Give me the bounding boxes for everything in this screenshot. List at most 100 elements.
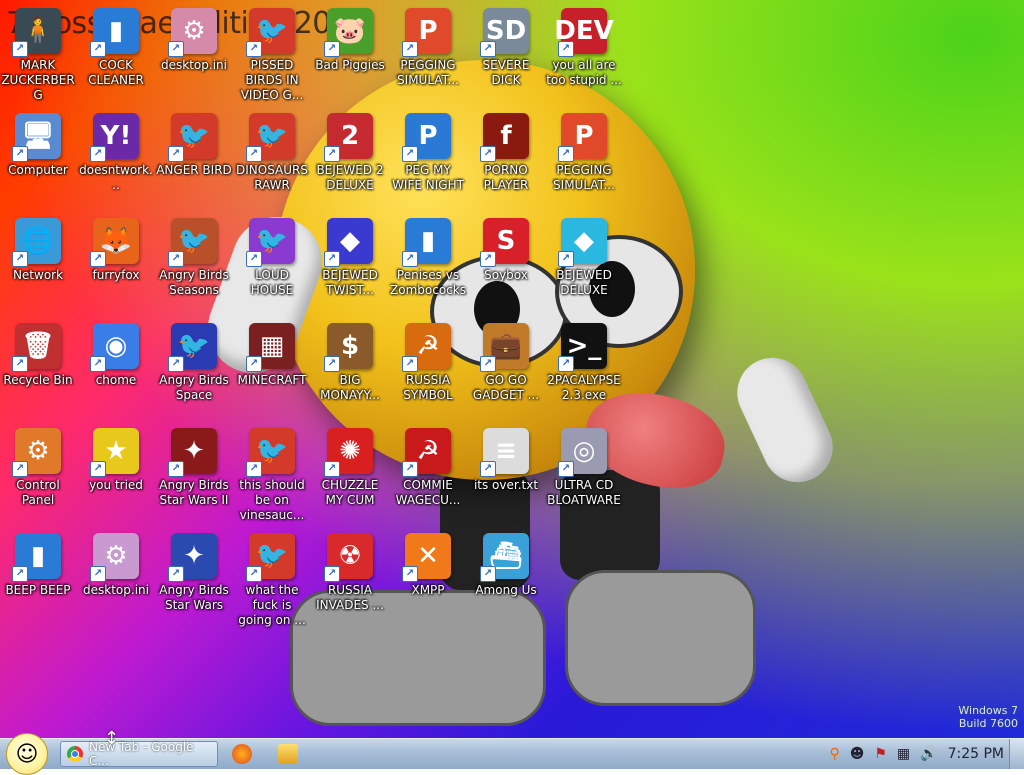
desktop-icon-label: desktop.ini bbox=[161, 58, 227, 72]
desktop-icon[interactable]: 2 ↗ BEJEWED 2 DELUXE bbox=[312, 113, 388, 193]
desktop-icon[interactable]: 🐦 ↗ Angry Birds Space bbox=[156, 323, 232, 403]
shortcut-arrow-icon: ↗ bbox=[324, 251, 340, 267]
shortcut-arrow-icon: ↗ bbox=[558, 146, 574, 162]
desktop-icon-label: doesntwork... bbox=[79, 163, 153, 192]
desktop-icon-label: PEGGING SIMULAT... bbox=[397, 58, 459, 87]
desktop-icon[interactable]: 🖥 ↗ Computer bbox=[0, 113, 76, 178]
desktop-icon[interactable]: f ↗ PORNO PLAYER bbox=[468, 113, 544, 193]
watermark-line2: Build 7600 bbox=[958, 717, 1018, 730]
shortcut-arrow-icon: ↗ bbox=[246, 356, 262, 372]
desktop-icon[interactable]: ◉ ↗ chome bbox=[78, 323, 154, 388]
desktop-icon-label: PISSED BIRDS IN VIDEO G... bbox=[240, 58, 304, 102]
desktop-icon[interactable]: DEV ↗ you all are too stupid ... bbox=[546, 8, 622, 88]
app-icon: ★ ↗ bbox=[90, 428, 139, 477]
desktop-icon[interactable]: ★ ↗ you tried bbox=[78, 428, 154, 493]
desktop-icon[interactable]: P ↗ PEGGING SIMULAT... bbox=[546, 113, 622, 193]
shortcut-arrow-icon: ↗ bbox=[168, 566, 184, 582]
desktop-icon[interactable]: S ↗ Soybox bbox=[468, 218, 544, 283]
desktop-icon[interactable]: ▮ ↗ BEEP BEEP bbox=[0, 533, 76, 598]
desktop-icon-label: Angry Birds Star Wars II bbox=[159, 478, 229, 507]
desktop-icon-label: Recycle Bin bbox=[3, 373, 73, 387]
app-icon: ⚙ ↗ bbox=[90, 533, 139, 582]
desktop-icon-label: RUSSIA INVADES ... bbox=[316, 583, 384, 612]
desktop-icon[interactable]: ☭ ↗ COMMIE WAGECU... bbox=[390, 428, 466, 508]
shortcut-arrow-icon: ↗ bbox=[402, 41, 418, 57]
flag-icon[interactable]: ⚑ bbox=[874, 746, 887, 762]
desktop-icon[interactable]: 🐦 ↗ what the fuck is going on ... bbox=[234, 533, 310, 628]
desktop-icon[interactable]: 🐦 ↗ this should be on vinesauc... bbox=[234, 428, 310, 523]
desktop-icon[interactable]: 🐷 ↗ Bad Piggies bbox=[312, 8, 388, 73]
desktop-icon[interactable]: ☢ ↗ RUSSIA INVADES ... bbox=[312, 533, 388, 613]
desktop-icon[interactable]: ⚙ ↗ Control Panel bbox=[0, 428, 76, 508]
shortcut-arrow-icon: ↗ bbox=[168, 146, 184, 162]
app-icon: ☭ ↗ bbox=[402, 428, 451, 477]
desktop-icon[interactable]: P ↗ PEG MY WIFE NIGHT bbox=[390, 113, 466, 193]
taskbar-window-chrome[interactable]: New Tab - Google C... bbox=[60, 740, 218, 768]
desktop-icon[interactable]: ✺ ↗ CHUZZLE MY CUM bbox=[312, 428, 388, 508]
desktop[interactable]: 7 BossKhae Edition 2012 🧍↗MARK ZUCKERBER… bbox=[0, 0, 1024, 738]
desktop-icon[interactable]: SD ↗ SEVERE DICK bbox=[468, 8, 544, 88]
desktop-icon[interactable]: 💼 ↗ GO GO GADGET ... bbox=[468, 323, 544, 403]
desktop-icon[interactable]: ◆ ↗ BEJEWED TWIST... bbox=[312, 218, 388, 298]
shortcut-arrow-icon: ↗ bbox=[168, 356, 184, 372]
desktop-icon-label: Among Us bbox=[475, 583, 537, 597]
volume-icon[interactable]: 🔊 bbox=[920, 746, 937, 762]
desktop-icon[interactable]: $ ↗ BIG MONAYY... bbox=[312, 323, 388, 403]
desktop-icon[interactable]: ⚙ ↗ desktop.ini bbox=[78, 533, 154, 598]
desktop-icon[interactable]: 🐦 ↗ Angry Birds Seasons bbox=[156, 218, 232, 298]
app-icon: 🌐 ↗ bbox=[12, 218, 61, 267]
desktop-icon[interactable]: ▮ ↗ Penises vs Zombococks bbox=[390, 218, 466, 298]
desktop-icon[interactable]: ✦ ↗ Angry Birds Star Wars II bbox=[156, 428, 232, 508]
start-button[interactable]: ☺ bbox=[6, 733, 48, 775]
desktop-icon[interactable]: 🧍 ↗ MARK ZUCKERBERG bbox=[0, 8, 76, 103]
desktop-icon[interactable]: P ↗ PEGGING SIMULAT... bbox=[390, 8, 466, 88]
shortcut-arrow-icon: ↗ bbox=[90, 461, 106, 477]
desktop-icon[interactable]: Y! ↗ doesntwork... bbox=[78, 113, 154, 193]
desktop-icon[interactable]: ⚙ ↗ desktop.ini bbox=[156, 8, 232, 73]
desktop-icon[interactable]: 🐦 ↗ PISSED BIRDS IN VIDEO G... bbox=[234, 8, 310, 103]
app-icon: ⚙ ↗ bbox=[168, 8, 217, 57]
desktop-icon[interactable]: 🌐 ↗ Network bbox=[0, 218, 76, 283]
desktop-icon-label: Soybox bbox=[484, 268, 528, 282]
firefox-pinned-icon[interactable] bbox=[232, 744, 252, 764]
app-icon: P ↗ bbox=[402, 113, 451, 162]
desktop-icon[interactable]: ⛴ ↗ Among Us bbox=[468, 533, 544, 598]
smiley-icon[interactable]: ☻ bbox=[850, 746, 865, 762]
app-icon: P ↗ bbox=[402, 8, 451, 57]
desktop-icon[interactable]: 🐦 ↗ LOUD HOUSE bbox=[234, 218, 310, 298]
shortcut-arrow-icon: ↗ bbox=[12, 41, 28, 57]
shortcut-arrow-icon: ↗ bbox=[402, 146, 418, 162]
desktop-icon-label: XMPP bbox=[411, 583, 445, 597]
shortcut-arrow-icon: ↗ bbox=[168, 461, 184, 477]
desktop-icon[interactable]: ◆ ↗ BEJEWED DELUXE bbox=[546, 218, 622, 298]
network-icon[interactable]: ▦ bbox=[897, 746, 910, 762]
desktop-icon[interactable]: 🗑 ↗ Recycle Bin bbox=[0, 323, 76, 388]
desktop-icon[interactable]: ◎ ↗ ULTRA CD BLOATWARE bbox=[546, 428, 622, 508]
shortcut-arrow-icon: ↗ bbox=[90, 251, 106, 267]
desktop-icon[interactable]: ▮ ↗ COCK CLEANER bbox=[78, 8, 154, 88]
desktop-icon[interactable]: >_ ↗ 2PACALYPSE 2.3.exe bbox=[546, 323, 622, 403]
clock[interactable]: 7:25 PM bbox=[948, 746, 1004, 762]
desktop-icon[interactable]: ✕ ↗ XMPP bbox=[390, 533, 466, 598]
shortcut-arrow-icon: ↗ bbox=[12, 251, 28, 267]
shortcut-arrow-icon: ↗ bbox=[90, 41, 106, 57]
shortcut-arrow-icon: ↗ bbox=[324, 41, 340, 57]
desktop-icon[interactable]: ✦ ↗ Angry Birds Star Wars bbox=[156, 533, 232, 613]
desktop-icon[interactable]: 🐦 ↗ DINOSAURS RAWR bbox=[234, 113, 310, 193]
shortcut-arrow-icon: ↗ bbox=[246, 251, 262, 267]
explorer-pinned-icon[interactable] bbox=[278, 744, 298, 764]
desktop-icon[interactable]: ≡ ↗ its over.txt bbox=[468, 428, 544, 493]
search-icon[interactable]: ⚲ bbox=[829, 746, 839, 762]
shortcut-arrow-icon: ↗ bbox=[324, 566, 340, 582]
desktop-icon[interactable]: 🦊 ↗ furryfox bbox=[78, 218, 154, 283]
desktop-icon-label: ANGER BIRD bbox=[156, 163, 232, 177]
shortcut-arrow-icon: ↗ bbox=[558, 356, 574, 372]
desktop-icon-label: 2PACALYPSE 2.3.exe bbox=[547, 373, 621, 402]
app-icon: ✕ ↗ bbox=[402, 533, 451, 582]
show-desktop-button[interactable] bbox=[1009, 739, 1024, 769]
desktop-icon[interactable]: 🐦 ↗ ANGER BIRD bbox=[156, 113, 232, 178]
desktop-icon[interactable]: ☭ ↗ RUSSIA SYMBOL bbox=[390, 323, 466, 403]
desktop-icon[interactable]: ▦ ↗ MINECRAFT bbox=[234, 323, 310, 388]
app-icon: $ ↗ bbox=[324, 323, 373, 372]
shortcut-arrow-icon: ↗ bbox=[324, 356, 340, 372]
